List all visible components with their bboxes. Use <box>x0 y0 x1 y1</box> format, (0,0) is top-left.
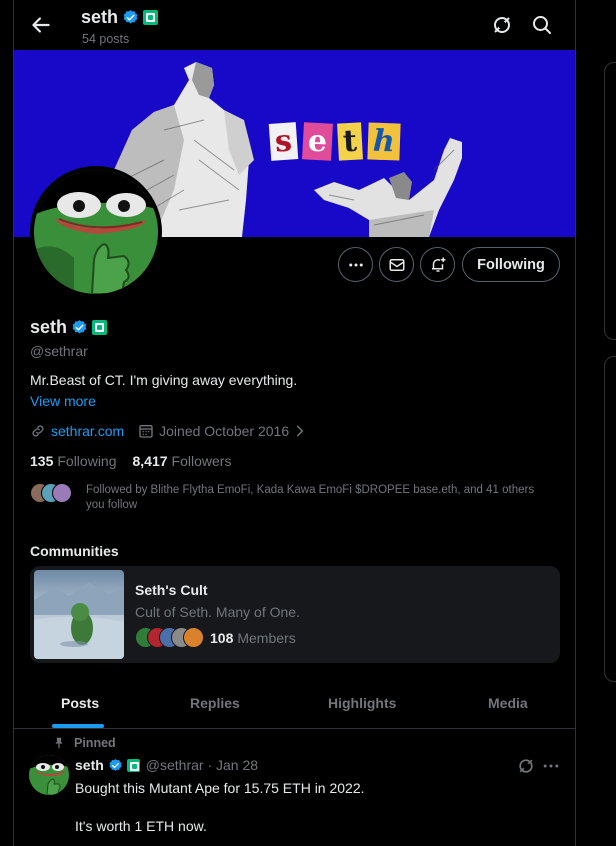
followers-stat[interactable]: 8,417 Followers <box>133 453 232 469</box>
affiliate-badge-icon[interactable] <box>92 320 108 335</box>
header-posts-count: 54 posts <box>82 32 130 46</box>
communities-heading: Communities <box>30 543 119 559</box>
tab-posts[interactable]: Posts <box>61 678 99 728</box>
followers-label: Followers <box>171 453 232 469</box>
affiliate-badge-icon <box>143 10 159 25</box>
post-author-name[interactable]: seth <box>75 757 104 773</box>
active-tab-indicator <box>52 724 104 728</box>
following-count: 135 <box>30 453 54 469</box>
profile-column: s e t h seth 54 posts Following seth @se… <box>13 0 576 846</box>
post-text: Bought this Mutant Ape for 15.75 ETH in … <box>75 780 365 834</box>
community-description: Cult of Seth. Many of One. <box>135 604 300 620</box>
profile-handle: @sethrar <box>30 343 88 359</box>
verified-badge-icon <box>109 758 122 771</box>
header-title: seth <box>81 7 159 28</box>
right-sidebar-card-top <box>604 62 616 340</box>
followers-you-know[interactable]: Followed by Blithe Flytha EmoFi, Kada Ka… <box>30 483 550 513</box>
member-avatars <box>135 627 205 649</box>
post-header: seth @sethrar · Jan 28 <box>75 757 258 773</box>
more-options-button[interactable] <box>338 247 373 282</box>
followed-by-text: Followed by Blithe Flytha EmoFi, Kada Ka… <box>86 484 535 511</box>
member-label: Members <box>237 630 296 646</box>
header-name: seth <box>81 7 119 27</box>
followers-count: 8,417 <box>132 453 168 469</box>
mail-icon <box>389 258 404 271</box>
community-name: Seth's Cult <box>135 582 208 598</box>
post-more-icon[interactable] <box>541 756 561 776</box>
avatar <box>52 483 72 503</box>
community-image <box>34 570 124 659</box>
avatar <box>183 627 204 648</box>
community-card[interactable]: Seth's Cult Cult of Seth. Many of One. 1… <box>30 566 560 663</box>
tab-replies[interactable]: Replies <box>190 678 240 728</box>
following-label: Following <box>57 453 117 469</box>
view-more-link[interactable]: View more <box>30 393 96 409</box>
bell-plus-icon <box>431 257 445 272</box>
profile-avatar[interactable] <box>30 166 162 298</box>
pinned-label: Pinned <box>74 736 116 750</box>
banner-letter: t <box>337 122 363 161</box>
joined-date[interactable]: Joined October 2016 <box>159 423 289 439</box>
grok-icon[interactable] <box>516 756 536 776</box>
post-handle-date[interactable]: @sethrar · Jan 28 <box>146 757 258 773</box>
profile-name-row: seth <box>30 317 108 338</box>
tab-highlights[interactable]: Highlights <box>328 678 396 728</box>
banner-letter: e <box>301 122 333 161</box>
following-button[interactable]: Following <box>462 247 560 282</box>
calendar-icon <box>139 425 153 438</box>
website-link[interactable]: sethrar.com <box>51 423 124 439</box>
profile-meta: sethrar.com Joined October 2016 <box>30 423 307 439</box>
banner-letter: s <box>268 122 299 161</box>
banner-seth-letters: s e t h <box>268 122 401 161</box>
member-count: 108 <box>210 630 234 646</box>
verified-badge-icon <box>123 10 138 24</box>
notifications-button[interactable] <box>420 247 455 282</box>
following-stat[interactable]: 135 Following <box>30 453 117 469</box>
pinned-indicator: Pinned <box>52 736 116 750</box>
top-bar: seth 54 posts <box>14 0 575 50</box>
pin-icon <box>55 737 63 749</box>
follow-stats: 135 Following 8,417 Followers <box>30 453 231 469</box>
ellipsis-icon <box>348 263 363 266</box>
verified-badge-icon[interactable] <box>71 319 88 336</box>
post-avatar[interactable] <box>29 755 69 795</box>
followed-by-avatars <box>30 483 80 503</box>
grok-icon[interactable] <box>490 13 514 37</box>
banner-letter: h <box>367 122 401 161</box>
tab-media[interactable]: Media <box>488 678 528 728</box>
profile-name: seth <box>30 317 68 337</box>
link-icon <box>32 425 44 437</box>
right-sidebar-card-bottom <box>604 356 616 682</box>
back-arrow-icon[interactable] <box>28 12 54 38</box>
message-button[interactable] <box>379 247 414 282</box>
search-icon[interactable] <box>530 13 554 37</box>
profile-tabs: Posts Replies Highlights Media <box>14 678 575 729</box>
profile-bio: Mr.Beast of CT. I'm giving away everythi… <box>30 372 298 388</box>
community-members: 108 Members <box>135 627 296 649</box>
chevron-right-icon[interactable] <box>293 424 307 438</box>
pepe-avatar-image <box>34 170 158 294</box>
member-count-text: 108 Members <box>210 630 296 646</box>
affiliate-badge-icon <box>126 758 140 772</box>
